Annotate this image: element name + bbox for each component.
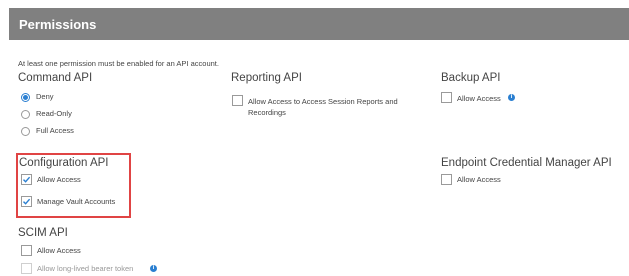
scim-api-allow-checkbox[interactable] [21, 245, 32, 256]
deny-radio[interactable] [21, 92, 30, 102]
scim-api-token-checkbox[interactable] [21, 263, 32, 274]
reporting-api-allow-checkbox[interactable] [232, 95, 243, 106]
endpoint-api-title: Endpoint Credential Manager API [441, 157, 612, 169]
scim-api-token-label: Allow long-lived bearer token [37, 264, 134, 273]
command-api-title: Command API [18, 72, 93, 84]
reporting-api-allow-label: Allow Access to Access Session Reports a… [248, 97, 398, 106]
full-access-radio[interactable] [21, 126, 30, 136]
read-only-radio[interactable] [21, 109, 30, 119]
permission-note: At least one permission must be enabled … [18, 59, 219, 68]
deny-label: Deny [36, 92, 54, 101]
reporting-api-title: Reporting API [231, 72, 302, 84]
command-api-full-access-option[interactable]: Full Access [21, 126, 74, 136]
full-access-label: Full Access [36, 126, 74, 135]
endpoint-api-allow-label: Allow Access [457, 175, 501, 184]
backup-api-allow-label: Allow Access [457, 94, 501, 103]
read-only-label: Read-Only [36, 109, 72, 118]
highlight-box [16, 153, 131, 218]
scim-api-title: SCIM API [18, 227, 68, 239]
reporting-api-allow-label-cont: Recordings [248, 108, 286, 117]
info-icon[interactable]: i [150, 265, 157, 272]
endpoint-api-allow-checkbox[interactable] [441, 174, 452, 185]
backup-api-title: Backup API [441, 72, 501, 84]
command-api-deny-option[interactable]: Deny [21, 92, 54, 102]
info-icon[interactable]: i [508, 94, 515, 101]
scim-api-allow-label: Allow Access [37, 246, 81, 255]
backup-api-allow-checkbox[interactable] [441, 92, 452, 103]
command-api-read-only-option[interactable]: Read-Only [21, 109, 72, 119]
permissions-title: Permissions [19, 17, 97, 32]
permissions-header: Permissions [9, 8, 629, 40]
